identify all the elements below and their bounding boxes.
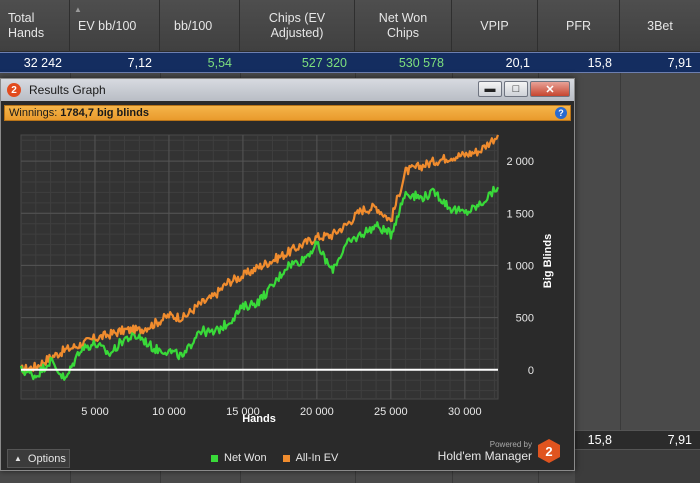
minimize-button[interactable]: ▬ [478,81,502,97]
x-tick-label: 5 000 [81,406,109,418]
column-divider [620,73,621,483]
col-bb100-label: bb/100 [174,18,213,33]
app-logo-icon: 2 [7,83,21,97]
winnings-value: 1784,7 big blinds [60,107,149,119]
col-net-won-label: Net Won Chips [378,11,428,40]
table-row[interactable]: 32 242 7,12 5,54 527 320 530 578 20,1 15… [0,52,700,73]
brand-logo-icon: 2 [538,439,560,463]
cell-chips-ev: 527 320 [301,55,347,70]
col-bb100[interactable]: bb/100 [160,0,240,52]
table-row[interactable]: 15,8 7,91 [575,430,700,450]
y-tick-label: 500 [516,313,534,325]
chart-legend: Net Won All-In EV [211,452,338,464]
col-ev-bb100[interactable]: ▲ EV bb/100 [70,0,160,52]
table-footer [575,450,700,483]
col-net-won-chips[interactable]: Net Won Chips [355,0,452,52]
cell-vpip: 20,1 [505,55,530,70]
x-tick-label: 20 000 [300,406,334,418]
col-3bet[interactable]: 3Bet [620,0,700,52]
chevron-up-icon: ▲ [14,454,22,463]
legend-swatch-net-won [211,454,218,462]
col-total-hands-label: Total Hands [8,11,45,40]
legend-swatch-all-in-ev [282,454,290,462]
brand-name: Hold'em Manager [437,448,532,463]
powered-by-text: Powered by [489,439,532,449]
col-vpip[interactable]: VPIP [452,0,538,52]
col-total-hands[interactable]: Total Hands [0,0,70,52]
results-graph-window: 2 Results Graph ▬ □ ✕ Winnings: 1784,7 b… [0,78,575,471]
stats-table-header: Total Hands ▲ EV bb/100 bb/100 Chips (EV … [0,0,700,52]
cell-bb100: 5,54 [207,55,232,70]
help-icon[interactable]: ? [555,107,567,119]
winnings-bar: Winnings: 1784,7 big blinds ? [4,105,571,121]
window-title: Results Graph [29,83,106,97]
cell-pfr: 15,8 [587,433,612,447]
close-button[interactable]: ✕ [530,81,570,97]
x-tick-label: 10 000 [152,406,186,418]
cell-total-hands: 32 242 [23,55,62,70]
cell-pfr: 15,8 [587,55,612,70]
y-tick-label: 1 500 [506,208,534,220]
x-axis-label: Hands [242,413,276,425]
col-chips-ev-label: Chips (EV Adjusted) [268,11,326,40]
y-tick-label: 2 000 [506,156,534,168]
col-ev-bb100-label: EV bb/100 [78,18,137,33]
x-tick-label: 25 000 [374,406,408,418]
options-label: Options [27,452,66,465]
legend-label-all-in-ev: All-In EV [295,452,339,464]
window-titlebar[interactable]: 2 Results Graph ▬ □ ✕ [1,79,574,101]
cell-ev-bb100: 7,12 [127,55,152,70]
y-axis-label: Big Blinds [542,234,554,288]
results-chart: 5 000 10 000 15 000 20 000 25 000 30 000 0500… [19,134,554,425]
legend-label-net-won: Net Won [224,452,267,464]
cell-net-won: 530 578 [398,55,444,70]
maximize-button[interactable]: □ [504,81,528,97]
powered-by-brand: Powered by Hold'em Manager 2 [438,439,560,463]
options-button[interactable]: ▲ Options [7,449,70,468]
col-chips-ev-adjusted[interactable]: Chips (EV Adjusted) [240,0,355,52]
winnings-label: Winnings: [9,107,58,119]
cell-3bet: 7,91 [667,55,692,70]
y-tick-label: 1 000 [506,260,534,272]
col-3bet-label: 3Bet [647,18,673,33]
x-tick-label: 30 000 [448,406,482,418]
col-pfr-label: PFR [566,18,591,33]
cell-3bet: 7,91 [667,433,692,447]
y-tick-label: 0 [528,365,534,377]
col-vpip-label: VPIP [480,18,509,33]
col-pfr[interactable]: PFR [538,0,620,52]
sort-indicator-icon: ▲ [74,5,82,14]
